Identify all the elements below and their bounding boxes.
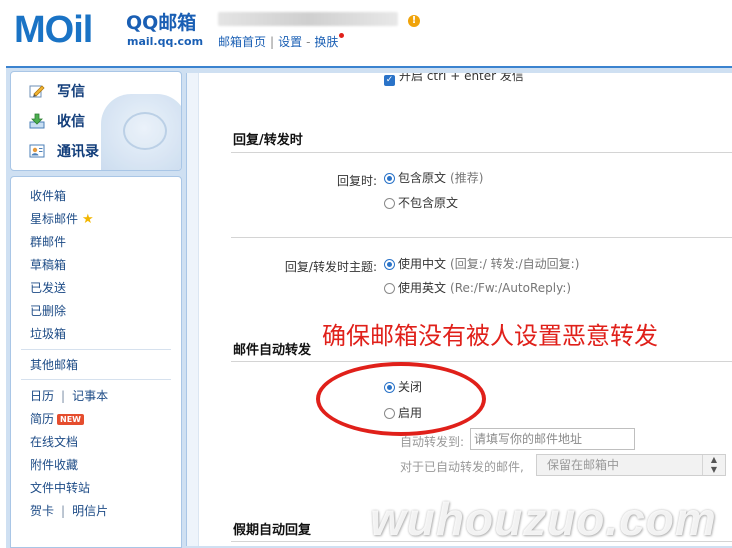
new-badge: NEW [57,414,84,425]
checkbox-checked-icon: ✓ [384,75,395,86]
nav-calendar-notebook: 日历 | 记事本 [30,387,108,404]
nav-file-transfer[interactable]: 文件中转站 [30,479,90,496]
radio-include-original[interactable]: 包含原文 (推荐) [384,169,483,186]
section-title-auto-forward: 邮件自动转发 [233,343,312,358]
radio-subject-chinese[interactable]: 使用中文 (回复:/ 转发:/自动回复:) [384,255,579,272]
after-forward-value: 保留在邮箱中 [547,458,620,472]
after-forward-select[interactable]: 保留在邮箱中 ▲ ▼ [536,454,726,476]
nav-inbox[interactable]: 收件箱 [30,187,66,204]
link-mail-home[interactable]: 邮箱首页 [218,35,266,49]
section-divider [231,361,732,362]
header: MOil QQ邮箱 mail.qq.com ! 邮箱首页 | 设置 - 换肤 [0,0,732,66]
row-divider [231,237,732,238]
radio-unselected-icon [384,198,395,209]
site-watermark: wuhouzuo.com [370,493,717,545]
top-links: 邮箱首页 | 设置 - 换肤 [218,33,345,50]
nav-sent[interactable]: 已发送 [30,279,66,296]
link-skin[interactable]: 换肤 [314,35,338,49]
radio-exclude-original[interactable]: 不包含原文 [384,194,458,211]
section-title-vacation: 假期自动回复 [233,523,312,538]
nav-pipe: | [61,389,66,403]
nav-group-mail[interactable]: 群邮件 [30,233,66,250]
radio-unselected-icon [384,283,395,294]
subject-chinese-note: (回复:/ 转发:/自动回复:) [450,257,580,271]
red-annotation-text: 确保邮箱没有被人设置恶意转发 [322,322,658,350]
compose-icon [29,85,45,98]
brand-name: QQ邮箱 [126,12,197,34]
contacts-label: 通讯录 [57,144,99,160]
compose-label: 写信 [57,84,85,100]
folder-nav: 收件箱 星标邮件 ★ 群邮件 草稿箱 已发送 已删除 垃圾箱 其他邮箱 日历 | 记事… [10,176,182,548]
section-divider [231,152,732,153]
brand-domain: mail.qq.com [127,35,204,48]
settings-main: ✓ 开启 ctrl + enter 发信 回复/转发时 回复时: 包含原文 (推荐)… [186,73,732,546]
forward-to-input[interactable] [470,428,635,450]
contacts-button[interactable]: 通讯录 [29,140,99,164]
reply-label: 回复时: [336,174,377,188]
nav-attachments[interactable]: 附件收藏 [30,456,78,473]
radio-subject-english[interactable]: 使用英文 (Re:/Fw:/AutoReply:) [384,279,571,296]
main-left-strip [187,73,199,546]
link-settings[interactable]: 设置 [278,35,302,49]
include-original-note: (推荐) [450,171,484,185]
ctrl-enter-label: 开启 ctrl + enter 发信 [399,73,524,83]
nav-pipe: | [61,504,66,518]
receive-button[interactable]: 收信 [29,110,85,134]
nav-calendar[interactable]: 日历 [30,389,54,403]
star-icon: ★ [82,212,94,227]
ctrl-enter-send-checkbox[interactable]: ✓ 开启 ctrl + enter 发信 [384,73,524,86]
compose-button[interactable]: 写信 [29,80,85,104]
nav-notebook[interactable]: 记事本 [72,389,108,403]
nav-starred[interactable]: 星标邮件 ★ [30,210,94,227]
exclude-original-label: 不包含原文 [398,196,459,210]
select-arrows-icon: ▲ ▼ [702,455,725,475]
subject-label: 回复/转发时主题: [284,260,377,274]
nav-postcard[interactable]: 明信片 [72,504,108,518]
nav-card[interactable]: 贺卡 [30,504,54,518]
qq-mail-logo[interactable]: MOil [14,8,93,52]
radio-selected-icon [384,259,395,270]
qq-penguin-watermark-icon [101,94,181,170]
user-name-blurred [218,12,398,26]
nav-divider [21,379,171,380]
nav-drafts[interactable]: 草稿箱 [30,256,66,273]
link-separator: - [306,35,311,49]
subject-english-note: (Re:/Fw:/AutoReply:) [450,281,572,295]
nav-resume[interactable]: 简历 NEW [30,410,84,427]
nav-online-docs[interactable]: 在线文档 [30,433,78,450]
notification-dot [339,33,345,38]
inbox-download-icon [29,113,45,129]
section-title-reply-forward: 回复/转发时 [233,133,303,148]
nav-spam[interactable]: 垃圾箱 [30,325,66,342]
warning-icon[interactable]: ! [408,15,420,27]
nav-other-mail[interactable]: 其他邮箱 [30,356,78,373]
nav-deleted[interactable]: 已删除 [30,302,66,319]
subject-chinese-label: 使用中文 [398,257,447,271]
contacts-icon [29,144,45,158]
nav-starred-label: 星标邮件 [30,212,79,226]
radio-selected-icon [384,173,395,184]
after-forward-label: 对于已自动转发的邮件, [400,460,524,474]
nav-divider [21,349,171,350]
receive-label: 收信 [57,114,85,130]
red-highlight-ellipse [316,362,486,436]
nav-card-postcard: 贺卡 | 明信片 [30,502,108,519]
link-separator: | [270,35,275,49]
quick-actions-panel: 写信 收信 通讯录 [10,71,182,171]
qq-penguin-face [123,112,167,150]
subject-english-label: 使用英文 [398,281,447,295]
nav-resume-label: 简历 [30,412,55,426]
include-original-label: 包含原文 [398,171,447,185]
